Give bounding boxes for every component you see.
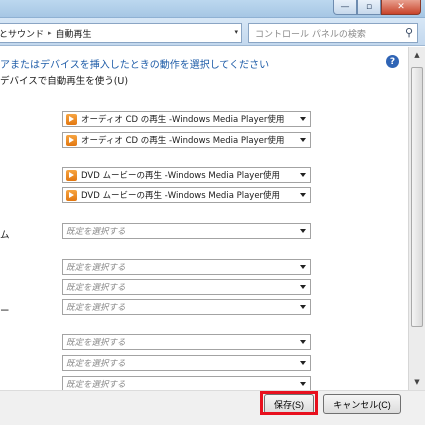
select-value: 既定を選択する [66,380,126,390]
breadcrumb-item-current[interactable]: 自動再生 [56,27,92,40]
enhanced-audio-cd-select[interactable]: オーディオ CD の再生 -Windows Media Player使用 [62,132,311,148]
default-select[interactable]: 既定を選択する [62,223,311,239]
chevron-down-icon[interactable] [300,305,306,309]
save-button[interactable]: 保存(S) [264,394,314,414]
media-player-icon [66,169,77,181]
minimize-button[interactable]: — [333,0,357,15]
chevron-down-icon[interactable]: ▾ [234,28,238,36]
search-icon[interactable]: ⚲ [405,26,413,39]
default-select[interactable]: 既定を選択する [62,376,311,390]
scroll-down-icon[interactable]: ▼ [409,374,425,390]
search-placeholder: コントロール パネルの検索 [255,29,366,40]
select-value: 既定を選択する [66,359,126,369]
select-value: 既定を選択する [66,283,126,293]
footer-bar: 保存(S) キャンセル(C) [0,390,425,425]
default-select[interactable]: 既定を選択する [62,334,311,350]
chevron-down-icon[interactable] [300,193,306,197]
help-icon[interactable]: ? [386,55,399,68]
breadcrumb-item-parent[interactable]: とサウンド [0,27,44,40]
select-value: 既定を選択する [66,303,126,313]
media-player-icon [66,189,77,201]
scrollbar-thumb[interactable] [411,67,423,327]
select-value: オーディオ CD の再生 -Windows Media Player使用 [81,136,285,146]
select-value: オーディオ CD の再生 -Windows Media Player使用 [81,115,285,125]
media-player-icon [66,134,77,146]
row-label-4: ム [0,230,10,241]
window-controls: — ▫ ✕ [333,0,421,16]
select-value: DVD ムービーの再生 -Windows Media Player使用 [81,171,281,181]
select-value: 既定を選択する [66,227,126,237]
audio-cd-select[interactable]: オーディオ CD の再生 -Windows Media Player使用 [62,111,311,127]
cancel-button[interactable]: キャンセル(C) [323,394,401,414]
chevron-down-icon[interactable] [300,173,306,177]
default-select[interactable]: 既定を選択する [62,279,311,295]
select-value: DVD ムービーの再生 -Windows Media Player使用 [81,191,281,201]
address-bar-area: とサウンド ▸ 自動再生 ▾ コントロール パネルの検索 ⚲ [0,18,425,46]
chevron-down-icon[interactable] [300,340,306,344]
chevron-down-icon[interactable] [300,138,306,142]
chevron-down-icon[interactable] [300,117,306,121]
maximize-button[interactable]: ▫ [357,0,381,15]
dvd-movie-select[interactable]: DVD ムービーの再生 -Windows Media Player使用 [62,167,311,183]
row-label-7: ー [0,306,10,317]
chevron-down-icon[interactable] [300,229,306,233]
scroll-up-icon[interactable]: ▲ [409,47,425,63]
default-select[interactable]: 既定を選択する [62,299,311,315]
chevron-down-icon[interactable] [300,265,306,269]
media-player-icon [66,113,77,125]
chevron-down-icon[interactable] [300,361,306,365]
chevron-down-icon[interactable] [300,285,306,289]
vertical-scrollbar[interactable]: ▲ ▼ [408,47,425,390]
default-select[interactable]: 既定を選択する [62,355,311,371]
breadcrumb-separator-icon[interactable]: ▸ [48,29,52,37]
default-select[interactable]: 既定を選択する [62,259,311,275]
chevron-down-icon[interactable] [300,382,306,386]
select-value: 既定を選択する [66,263,126,273]
enhanced-dvd-movie-select[interactable]: DVD ムービーの再生 -Windows Media Player使用 [62,187,311,203]
title-bar: — ▫ ✕ [0,0,425,18]
page-title: アまたはデバイスを挿入したときの動作を選択してください [0,60,270,71]
close-button[interactable]: ✕ [381,0,421,15]
select-value: 既定を選択する [66,338,126,348]
autoplay-settings: アまたはデバイスを挿入したときの動作を選択してください ? デバイスで自動再生を… [0,47,408,390]
search-input[interactable]: コントロール パネルの検索 ⚲ [248,23,418,43]
breadcrumb[interactable]: とサウンド ▸ 自動再生 ▾ [0,23,242,43]
use-autoplay-checkbox-label[interactable]: デバイスで自動再生を使う(U) [0,73,128,87]
